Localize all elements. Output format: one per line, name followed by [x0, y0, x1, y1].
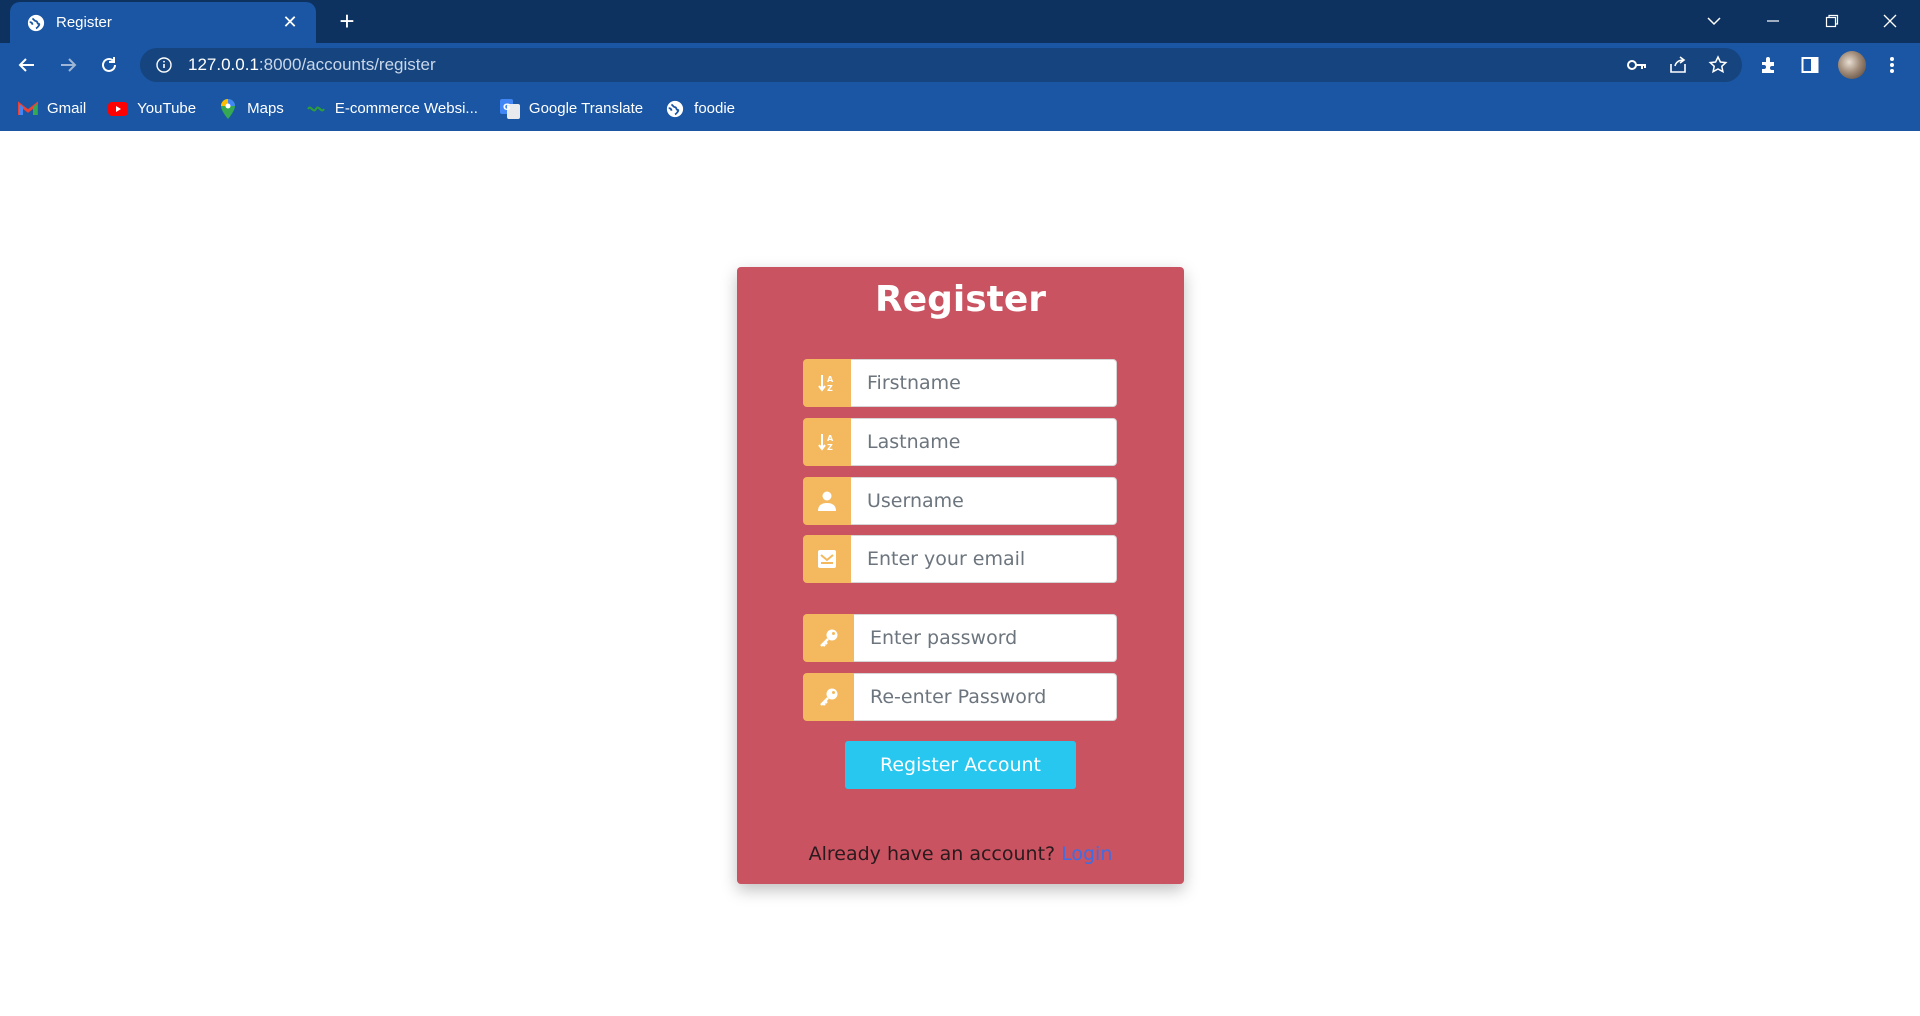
bookmark-label: foodie: [694, 100, 736, 117]
profile-avatar[interactable]: [1838, 51, 1866, 79]
bookmark-label: Maps: [247, 100, 284, 117]
svg-text:A: A: [827, 375, 834, 384]
url-host: 127.0.0.1: [188, 55, 259, 74]
key-icon: [803, 673, 854, 721]
bookmark-gmail[interactable]: Gmail: [18, 95, 86, 123]
password-field: [803, 614, 1117, 662]
svg-text:Z: Z: [827, 384, 833, 393]
extensions-icon[interactable]: [1755, 51, 1783, 79]
translate-icon: G: [499, 98, 520, 119]
envelope-icon: [803, 535, 851, 583]
bookmark-foodie[interactable]: foodie: [665, 95, 735, 123]
ecommerce-icon: [306, 99, 326, 119]
globe-icon: [665, 99, 685, 119]
page-content: Register AZ AZ: [0, 131, 1920, 1016]
register-account-button[interactable]: Register Account: [845, 741, 1076, 789]
close-tab-icon[interactable]: ✕: [280, 12, 300, 33]
user-icon: [803, 477, 851, 525]
gmail-icon: [18, 99, 38, 119]
lastname-field: AZ: [803, 418, 1117, 466]
minimize-icon[interactable]: [1753, 6, 1793, 36]
firstname-field: AZ: [803, 359, 1117, 407]
register-card: Register AZ AZ: [737, 267, 1184, 884]
bookmark-label: E-commerce Websi...: [334, 100, 478, 117]
maps-icon: [218, 98, 238, 119]
confirm-password-input[interactable]: [854, 673, 1117, 721]
firstname-input[interactable]: [851, 359, 1117, 407]
restore-icon[interactable]: [1812, 6, 1852, 36]
password-key-icon[interactable]: [1624, 52, 1650, 78]
email-input[interactable]: [851, 535, 1117, 583]
page-title: Register: [874, 279, 1047, 320]
address-bar[interactable]: 127.0.0.1:8000/accounts/register: [140, 48, 1742, 82]
svg-text:A: A: [827, 434, 834, 443]
lastname-input[interactable]: [851, 418, 1117, 466]
bookmark-label: Google Translate: [528, 100, 644, 117]
youtube-icon: [108, 99, 129, 119]
menu-kebab-icon[interactable]: [1878, 51, 1906, 79]
password-input[interactable]: [854, 614, 1117, 662]
site-info-icon[interactable]: [154, 55, 174, 75]
browser-toolbar: 127.0.0.1:8000/accounts/register: [0, 43, 1920, 86]
bookmark-maps[interactable]: Maps: [218, 95, 284, 123]
back-icon[interactable]: [11, 49, 43, 81]
bookmark-google-translate[interactable]: G Google Translate: [499, 95, 644, 123]
sort-alpha-icon: AZ: [803, 418, 851, 466]
bookmark-label: YouTube: [137, 100, 197, 117]
globe-icon: [26, 13, 46, 33]
login-prompt: Already have an account? Login: [737, 843, 1184, 865]
username-field: [803, 477, 1117, 525]
browser-titlebar: Register ✕ +: [0, 0, 1920, 43]
share-icon[interactable]: [1665, 52, 1691, 78]
close-window-icon[interactable]: [1870, 6, 1910, 36]
bookmark-label: Gmail: [47, 100, 87, 117]
forward-icon[interactable]: [52, 49, 84, 81]
bookmark-youtube[interactable]: YouTube: [108, 95, 196, 123]
new-tab-button[interactable]: +: [334, 8, 360, 35]
email-field: [803, 535, 1117, 583]
login-prompt-text: Already have an account?: [808, 843, 1056, 865]
url-path: :8000/accounts/register: [258, 55, 436, 74]
bookmark-ecommerce[interactable]: E-commerce Websi...: [306, 95, 478, 123]
side-panel-icon[interactable]: [1796, 51, 1824, 79]
login-link[interactable]: Login: [1061, 843, 1112, 865]
svg-text:Z: Z: [827, 443, 833, 452]
browser-tab[interactable]: Register ✕: [10, 2, 316, 43]
username-input[interactable]: [851, 477, 1117, 525]
sort-alpha-icon: AZ: [803, 359, 851, 407]
tab-search-icon[interactable]: [1694, 6, 1734, 36]
bookmark-star-icon[interactable]: [1705, 52, 1731, 78]
reload-icon[interactable]: [93, 49, 125, 81]
confirm-password-field: [803, 673, 1117, 721]
key-icon: [803, 614, 854, 662]
svg-text:G: G: [503, 103, 510, 113]
bookmarks-bar: Gmail YouTube Maps E-commerce Websi... G…: [0, 86, 1920, 131]
tab-title: Register: [56, 14, 112, 31]
